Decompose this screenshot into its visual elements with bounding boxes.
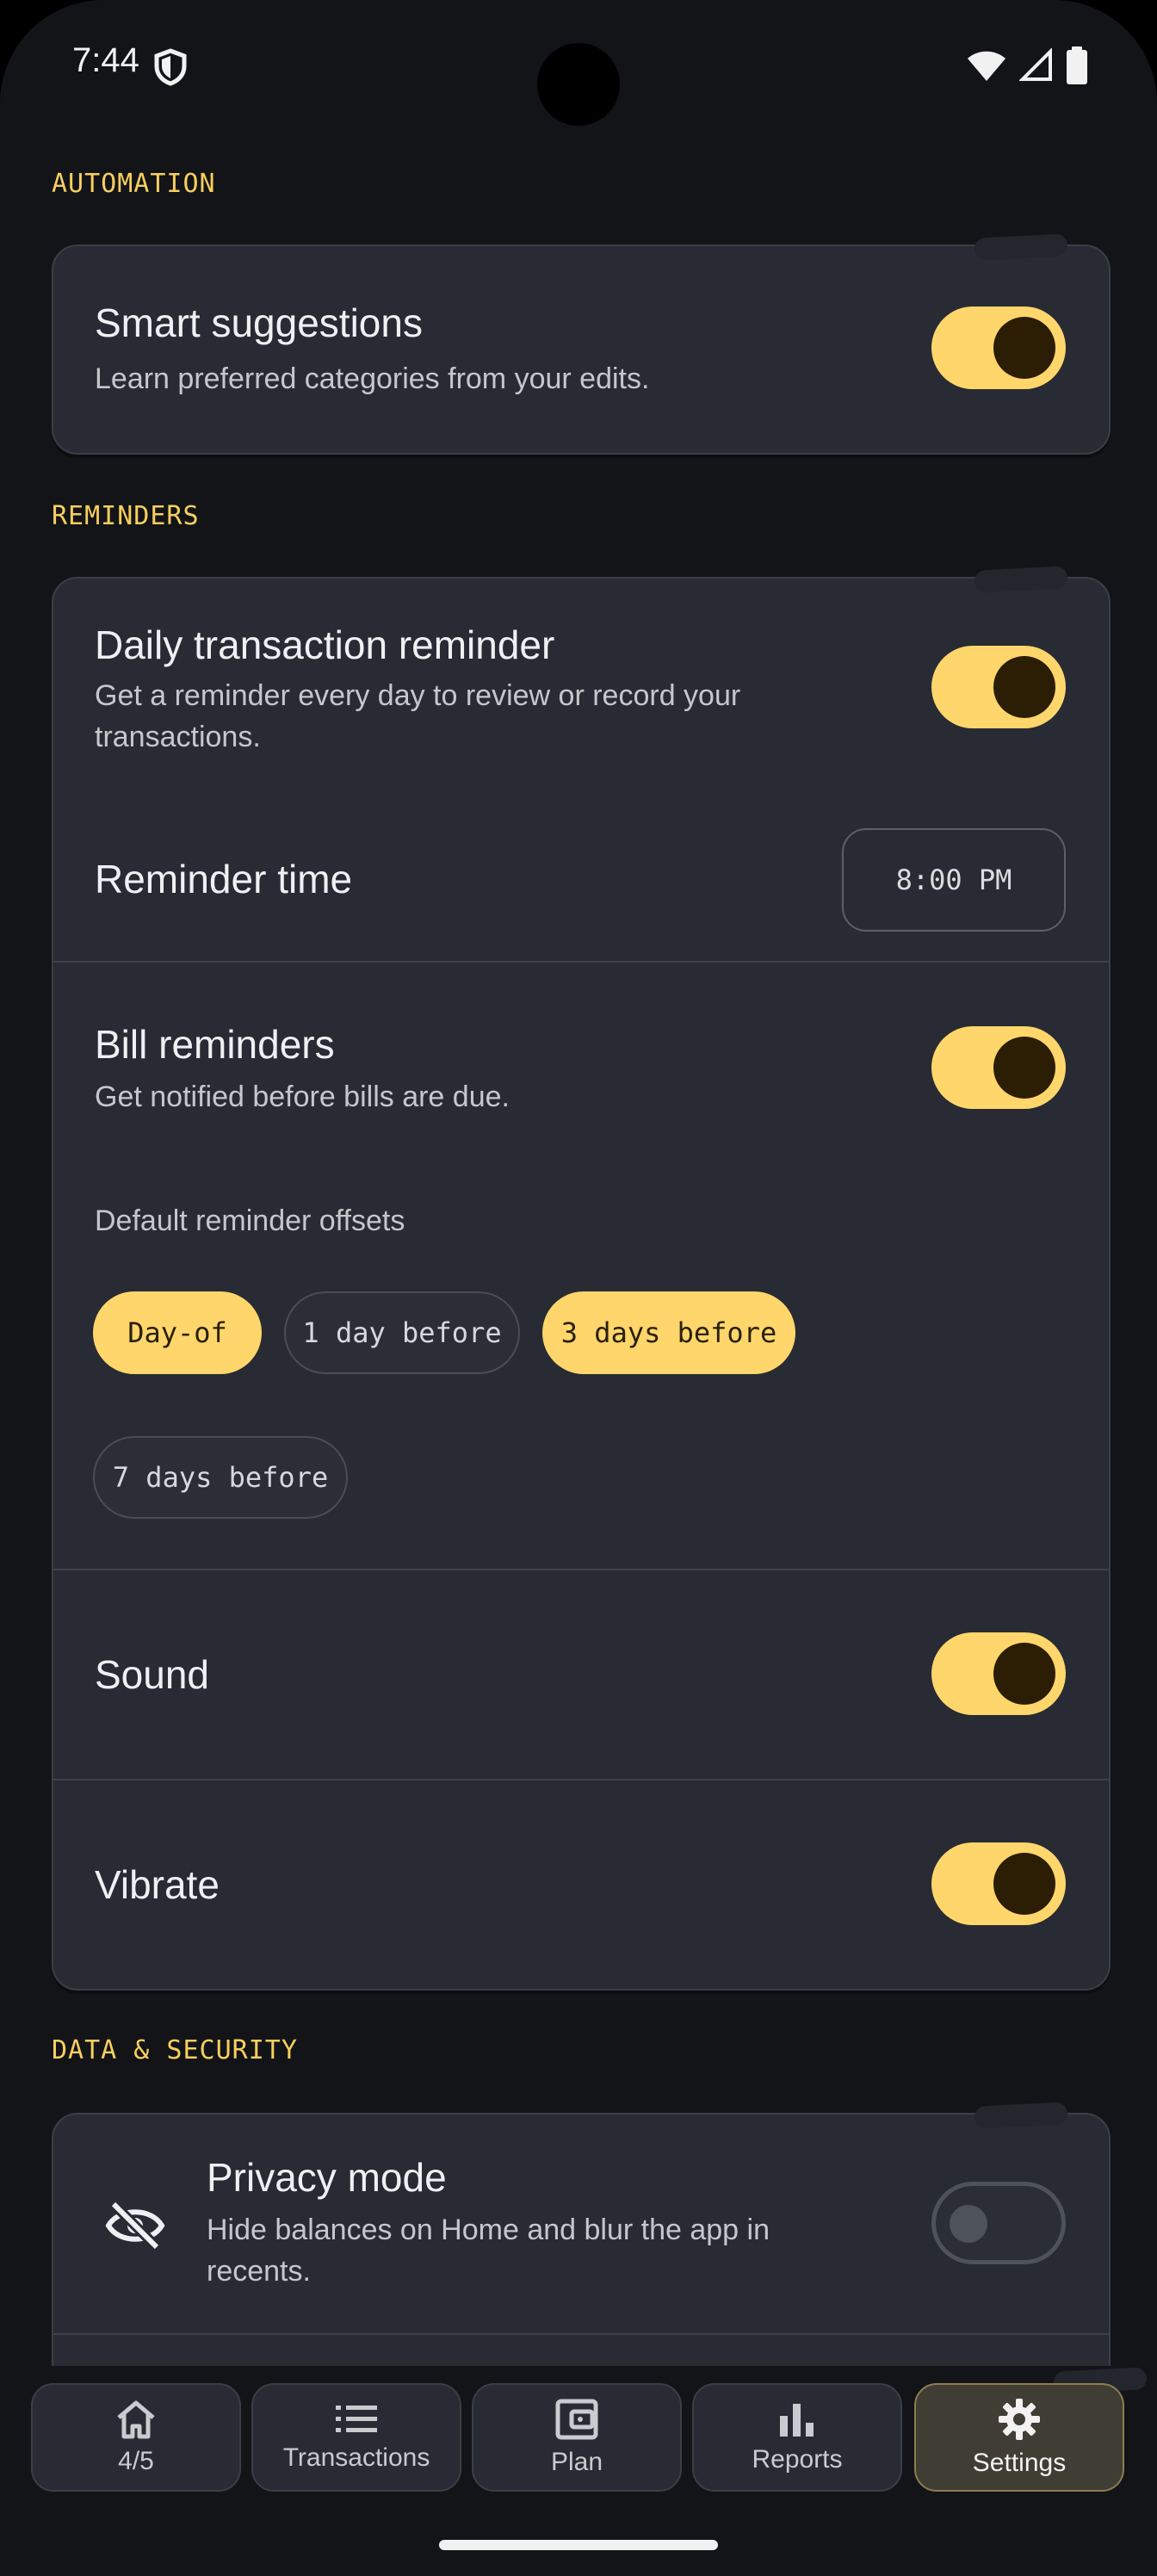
reminder-time-title: Reminder time xyxy=(95,857,353,901)
nav-item-settings[interactable]: Settings xyxy=(914,2383,1124,2492)
card-decoration xyxy=(974,233,1068,261)
privacy-mode-subtitle-1: Hide balances on Home and blur the app i… xyxy=(207,2214,770,2246)
privacy-mode-toggle[interactable] xyxy=(931,2182,1066,2264)
offset-chip-7-days[interactable]: 7 days before xyxy=(93,1436,348,1519)
divider xyxy=(53,2333,1109,2335)
privacy-mode-title: Privacy mode xyxy=(207,2155,447,2200)
eye-off-icon xyxy=(105,2200,165,2251)
nav-label: Settings xyxy=(972,2449,1067,2477)
phone-screen: 7:44 AUTOMATION Smart suggestions Learn … xyxy=(0,0,1157,2576)
nav-item-plan[interactable]: Plan xyxy=(472,2383,682,2492)
nav-label: Reports xyxy=(752,2445,843,2474)
toggle-knob xyxy=(993,656,1055,718)
bar-chart-icon xyxy=(780,2404,814,2437)
home-indicator[interactable] xyxy=(439,2540,718,2550)
divider xyxy=(53,1569,1109,1570)
daily-reminder-toggle[interactable] xyxy=(931,646,1066,728)
camera-cutout xyxy=(537,43,620,126)
nav-label: Transactions xyxy=(282,2443,430,2472)
vibrate-toggle[interactable] xyxy=(931,1842,1066,1925)
gear-icon xyxy=(999,2399,1040,2440)
nav-label: Plan xyxy=(550,2448,603,2476)
card-reminders: Daily transaction reminder Get a reminde… xyxy=(52,566,1111,1991)
offset-chip-day-of[interactable]: Day-of xyxy=(93,1291,262,1374)
offset-chip-1-day[interactable]: 1 day before xyxy=(284,1291,520,1374)
toggle-knob xyxy=(993,1853,1055,1915)
daily-reminder-title: Daily transaction reminder xyxy=(95,622,555,667)
card-decoration xyxy=(974,2102,1068,2129)
divider xyxy=(53,1779,1109,1780)
home-icon xyxy=(117,2400,155,2439)
nav-item-transactions[interactable]: Transactions xyxy=(251,2383,461,2492)
card-decoration xyxy=(974,566,1068,593)
status-time: 7:44 xyxy=(72,41,139,79)
vibrate-title: Vibrate xyxy=(95,1862,220,1907)
nav-item-reports[interactable]: Reports xyxy=(692,2383,902,2492)
daily-reminder-subtitle-2: transactions. xyxy=(95,721,261,753)
wallet-icon xyxy=(555,2399,598,2440)
smart-suggestions-toggle[interactable] xyxy=(931,307,1066,389)
toggle-knob xyxy=(993,317,1055,379)
signal-icon xyxy=(1019,48,1052,81)
smart-suggestions-title: Smart suggestions xyxy=(95,300,423,345)
offset-chip-3-days[interactable]: 3 days before xyxy=(542,1291,795,1374)
daily-reminder-subtitle-1: Get a reminder every day to review or re… xyxy=(95,679,741,712)
toggle-knob xyxy=(993,1037,1055,1099)
toggle-knob xyxy=(950,2205,987,2243)
section-header-reminders: REMINDERS xyxy=(52,501,200,531)
battery-icon xyxy=(1067,46,1087,84)
card-automation: Smart suggestions Learn preferred catego… xyxy=(52,233,1111,455)
reminder-time-button[interactable]: 8:00 PM xyxy=(842,828,1066,932)
bill-reminders-subtitle: Get notified before bills are due. xyxy=(95,1081,510,1113)
section-header-automation: AUTOMATION xyxy=(52,169,216,199)
bill-reminders-toggle[interactable] xyxy=(931,1026,1066,1109)
reminder-offsets-label: Default reminder offsets xyxy=(95,1204,405,1237)
privacy-mode-subtitle-2: recents. xyxy=(207,2255,311,2288)
sound-toggle[interactable] xyxy=(931,1632,1066,1715)
wifi-icon xyxy=(968,51,1005,81)
status-icons xyxy=(966,46,1088,84)
list-icon xyxy=(336,2406,377,2432)
section-header-data-security: DATA & SECURITY xyxy=(52,2035,298,2065)
bottom-navigation-bar: 4/5 Transactions Plan Reports Settings xyxy=(19,2367,1148,2500)
shield-icon xyxy=(154,48,187,86)
status-bar: 7:44 xyxy=(0,0,1157,138)
bill-reminders-title: Bill reminders xyxy=(95,1022,335,1067)
divider xyxy=(53,961,1109,963)
sound-title: Sound xyxy=(95,1652,210,1697)
nav-label: 4/5 xyxy=(118,2447,154,2475)
smart-suggestions-subtitle: Learn preferred categories from your edi… xyxy=(95,362,650,395)
nav-item-home[interactable]: 4/5 xyxy=(31,2383,241,2492)
toggle-knob xyxy=(993,1643,1055,1705)
